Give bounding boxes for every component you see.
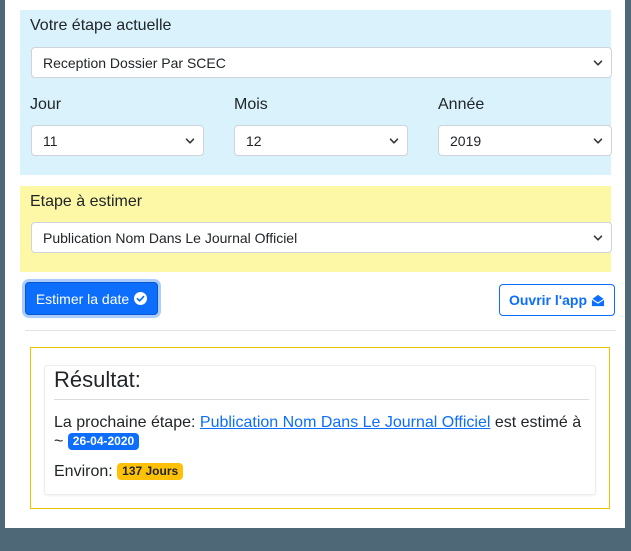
result-card: Résultat: La prochaine étape: Publicatio…	[44, 365, 596, 495]
chevron-down-icon	[593, 59, 603, 66]
next-step-prefix: La prochaine étape:	[54, 414, 200, 431]
estimate-date-label: Estimer la date	[35, 290, 130, 307]
approx-text: Environ: 137 Jours	[54, 462, 184, 481]
target-step-section: Etape à estimer Publication Nom Dans Le …	[20, 186, 612, 272]
current-step-section: Votre étape actuelle Reception Dossier P…	[20, 10, 612, 175]
target-step-select[interactable]: Publication Nom Dans Le Journal Officiel	[31, 222, 612, 253]
result-title: Résultat:	[54, 367, 141, 392]
year-value: 2019	[450, 132, 482, 149]
month-select[interactable]: 12	[234, 125, 408, 156]
result-divider	[54, 399, 589, 400]
current-step-label: Votre étape actuelle	[30, 17, 172, 34]
next-step-link[interactable]: Publication Nom Dans Le Journal Officiel	[200, 414, 491, 431]
envelope-open-icon	[591, 294, 605, 306]
chevron-down-icon	[185, 137, 195, 144]
main-card: Votre étape actuelle Reception Dossier P…	[5, 0, 625, 528]
year-label: Année	[438, 96, 485, 113]
next-step-text: La prochaine étape: Publication Nom Dans…	[54, 413, 594, 451]
month-value: 12	[246, 132, 262, 149]
result-panel: Résultat: La prochaine étape: Publicatio…	[30, 347, 610, 509]
approx-label: Environ:	[54, 463, 118, 480]
approx-days-badge: 137 Jours	[117, 463, 184, 480]
day-label: Jour	[30, 96, 62, 113]
open-app-button[interactable]: Ouvrir l'app	[499, 284, 615, 316]
chevron-down-icon	[389, 137, 399, 144]
estimate-date-button[interactable]: Estimer la date	[25, 282, 158, 315]
open-app-label: Ouvrir l'app	[508, 292, 587, 308]
month-label: Mois	[234, 96, 268, 113]
target-step-value: Publication Nom Dans Le Journal Officiel	[43, 229, 298, 246]
chevron-down-icon	[593, 234, 603, 241]
check-circle-icon	[134, 292, 148, 305]
chevron-down-icon	[593, 137, 603, 144]
target-step-label: Etape à estimer	[30, 193, 143, 210]
divider	[25, 330, 616, 331]
current-step-value: Reception Dossier Par SCEC	[43, 54, 226, 71]
estimated-date-badge: 26-04-2020	[67, 433, 140, 450]
year-select[interactable]: 2019	[438, 125, 612, 156]
current-step-select[interactable]: Reception Dossier Par SCEC	[31, 47, 612, 78]
day-select[interactable]: 11	[31, 125, 204, 156]
day-value: 11	[43, 132, 58, 149]
